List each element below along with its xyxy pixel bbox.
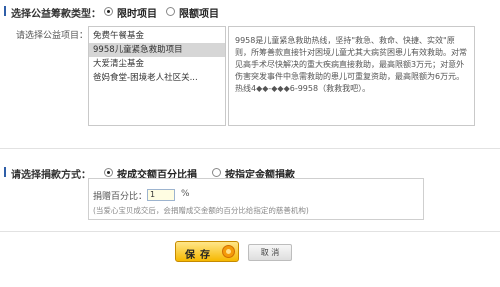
donation-settings-panel: 捐赠百分比： 1 % (当爱心宝贝成交后，会捐赠成交金额的百分比给指定的慈善机构… <box>88 178 424 220</box>
cancel-button[interactable]: 取 消 <box>248 244 292 261</box>
percent-label: 捐赠百分比： <box>93 192 148 202</box>
radio-time-limited[interactable]: 限时项目 <box>104 5 164 20</box>
divider <box>0 231 500 232</box>
section-title-donation-method: 请选择捐款方式： <box>11 170 91 181</box>
radio-icon <box>166 7 175 16</box>
list-item[interactable]: 免费午餐基金 <box>89 29 225 43</box>
project-listbox[interactable]: 免费午餐基金 9958儿童紧急救助项目 大爱清尘基金 爸妈食堂-困境老人社区关.… <box>88 26 226 126</box>
save-button-label: 保存 <box>185 250 215 261</box>
save-button[interactable]: 保存 <box>175 241 239 262</box>
list-item-selected[interactable]: 9958儿童紧急救助项目 <box>89 43 225 57</box>
list-item[interactable]: 爸妈食堂-困境老人社区关... <box>89 71 225 85</box>
percent-unit: % <box>181 189 190 199</box>
radio-icon <box>104 7 113 16</box>
radio-amount-limited-label: 限额项目 <box>179 9 219 20</box>
radio-icon <box>104 168 113 177</box>
section-marker <box>4 167 6 177</box>
project-description: 9958是儿童紧急救助热线，坚持"救急、救命、快捷、实效"原则，所筹善款直接针对… <box>235 36 467 93</box>
donation-hint: (当爱心宝贝成交后，会捐赠成交金额的百分比给指定的慈善机构) <box>93 206 309 215</box>
select-project-label: 请选择公益项目： <box>16 31 89 41</box>
project-description-box: 9958是儿童紧急救助热线，坚持"救急、救命、快捷、实效"原则，所筹善款直接针对… <box>228 26 475 126</box>
list-item[interactable]: 大爱清尘基金 <box>89 57 225 71</box>
section-marker <box>4 6 6 16</box>
radio-time-limited-label: 限时项目 <box>117 9 157 20</box>
percent-input[interactable]: 1 <box>147 189 175 201</box>
divider <box>0 148 500 149</box>
coin-icon <box>222 245 235 258</box>
section-title-fundraising-type: 选择公益筹款类型： <box>11 9 101 20</box>
radio-amount-limited[interactable]: 限额项目 <box>166 5 226 20</box>
radio-icon <box>212 168 221 177</box>
